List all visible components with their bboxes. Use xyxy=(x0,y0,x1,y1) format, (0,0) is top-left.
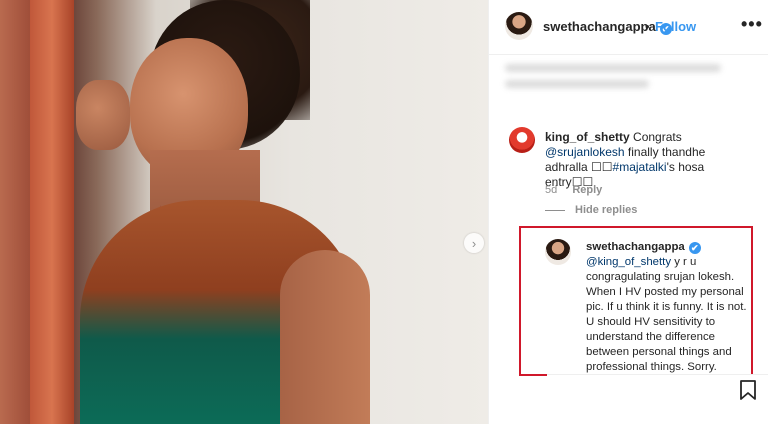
blurred-caption xyxy=(505,64,745,104)
comment-hashtag-link[interactable]: #majatalki xyxy=(613,160,667,174)
next-photo-button[interactable]: › xyxy=(464,233,484,253)
reply-button[interactable]: Reply xyxy=(572,184,602,196)
avatar[interactable] xyxy=(505,12,533,40)
highlighted-reply: swethachangappa ✔ @king_of_shetty y r u c… xyxy=(519,226,753,376)
hide-replies-line xyxy=(545,209,565,211)
separator-dot: • xyxy=(645,19,650,34)
reply-mention-link[interactable]: @king_of_shetty xyxy=(586,256,671,268)
photo-arm xyxy=(280,250,370,424)
comment-mention-link[interactable]: @srujanlokesh xyxy=(545,145,625,159)
chevron-right-icon: › xyxy=(471,235,477,251)
reply-avatar[interactable] xyxy=(545,239,571,265)
reply-body: y r u congragulating srujan lokesh. When… xyxy=(586,256,747,373)
comment-text-start: Congrats xyxy=(629,130,682,144)
comment-text: king_of_shetty Congrats @srujanlokesh fi… xyxy=(545,130,745,190)
reply-username[interactable]: swethachangappa xyxy=(586,241,685,253)
action-bar xyxy=(547,374,768,425)
post-side-panel: swethachangappa ✔ • Follow ••• king_of_sh… xyxy=(488,0,768,425)
post-username[interactable]: swethachangappa ✔ xyxy=(543,19,672,35)
post-photo[interactable] xyxy=(0,0,488,424)
more-options-icon[interactable]: ••• xyxy=(741,14,763,35)
post-username-text[interactable]: swethachangappa xyxy=(543,19,656,34)
bookmark-icon[interactable] xyxy=(739,380,757,400)
hide-replies-label: Hide replies xyxy=(575,204,638,216)
reply-text: swethachangappa ✔ @king_of_shetty y r u c… xyxy=(586,240,748,375)
comment-username[interactable]: king_of_shetty xyxy=(545,130,630,144)
commenter-avatar[interactable] xyxy=(509,127,535,153)
hide-replies-button[interactable]: Hide replies xyxy=(545,204,637,216)
comment-age: 5d xyxy=(545,184,558,196)
verified-badge-icon: ✔ xyxy=(688,242,701,254)
post-header: swethachangappa ✔ • Follow ••• xyxy=(489,0,768,55)
comment-emoji: ☐☐ xyxy=(591,160,613,174)
comment-meta: 5d Reply xyxy=(545,184,602,196)
photo-pillar xyxy=(30,0,74,424)
photo-hand xyxy=(76,80,130,150)
follow-button[interactable]: Follow xyxy=(655,19,696,34)
